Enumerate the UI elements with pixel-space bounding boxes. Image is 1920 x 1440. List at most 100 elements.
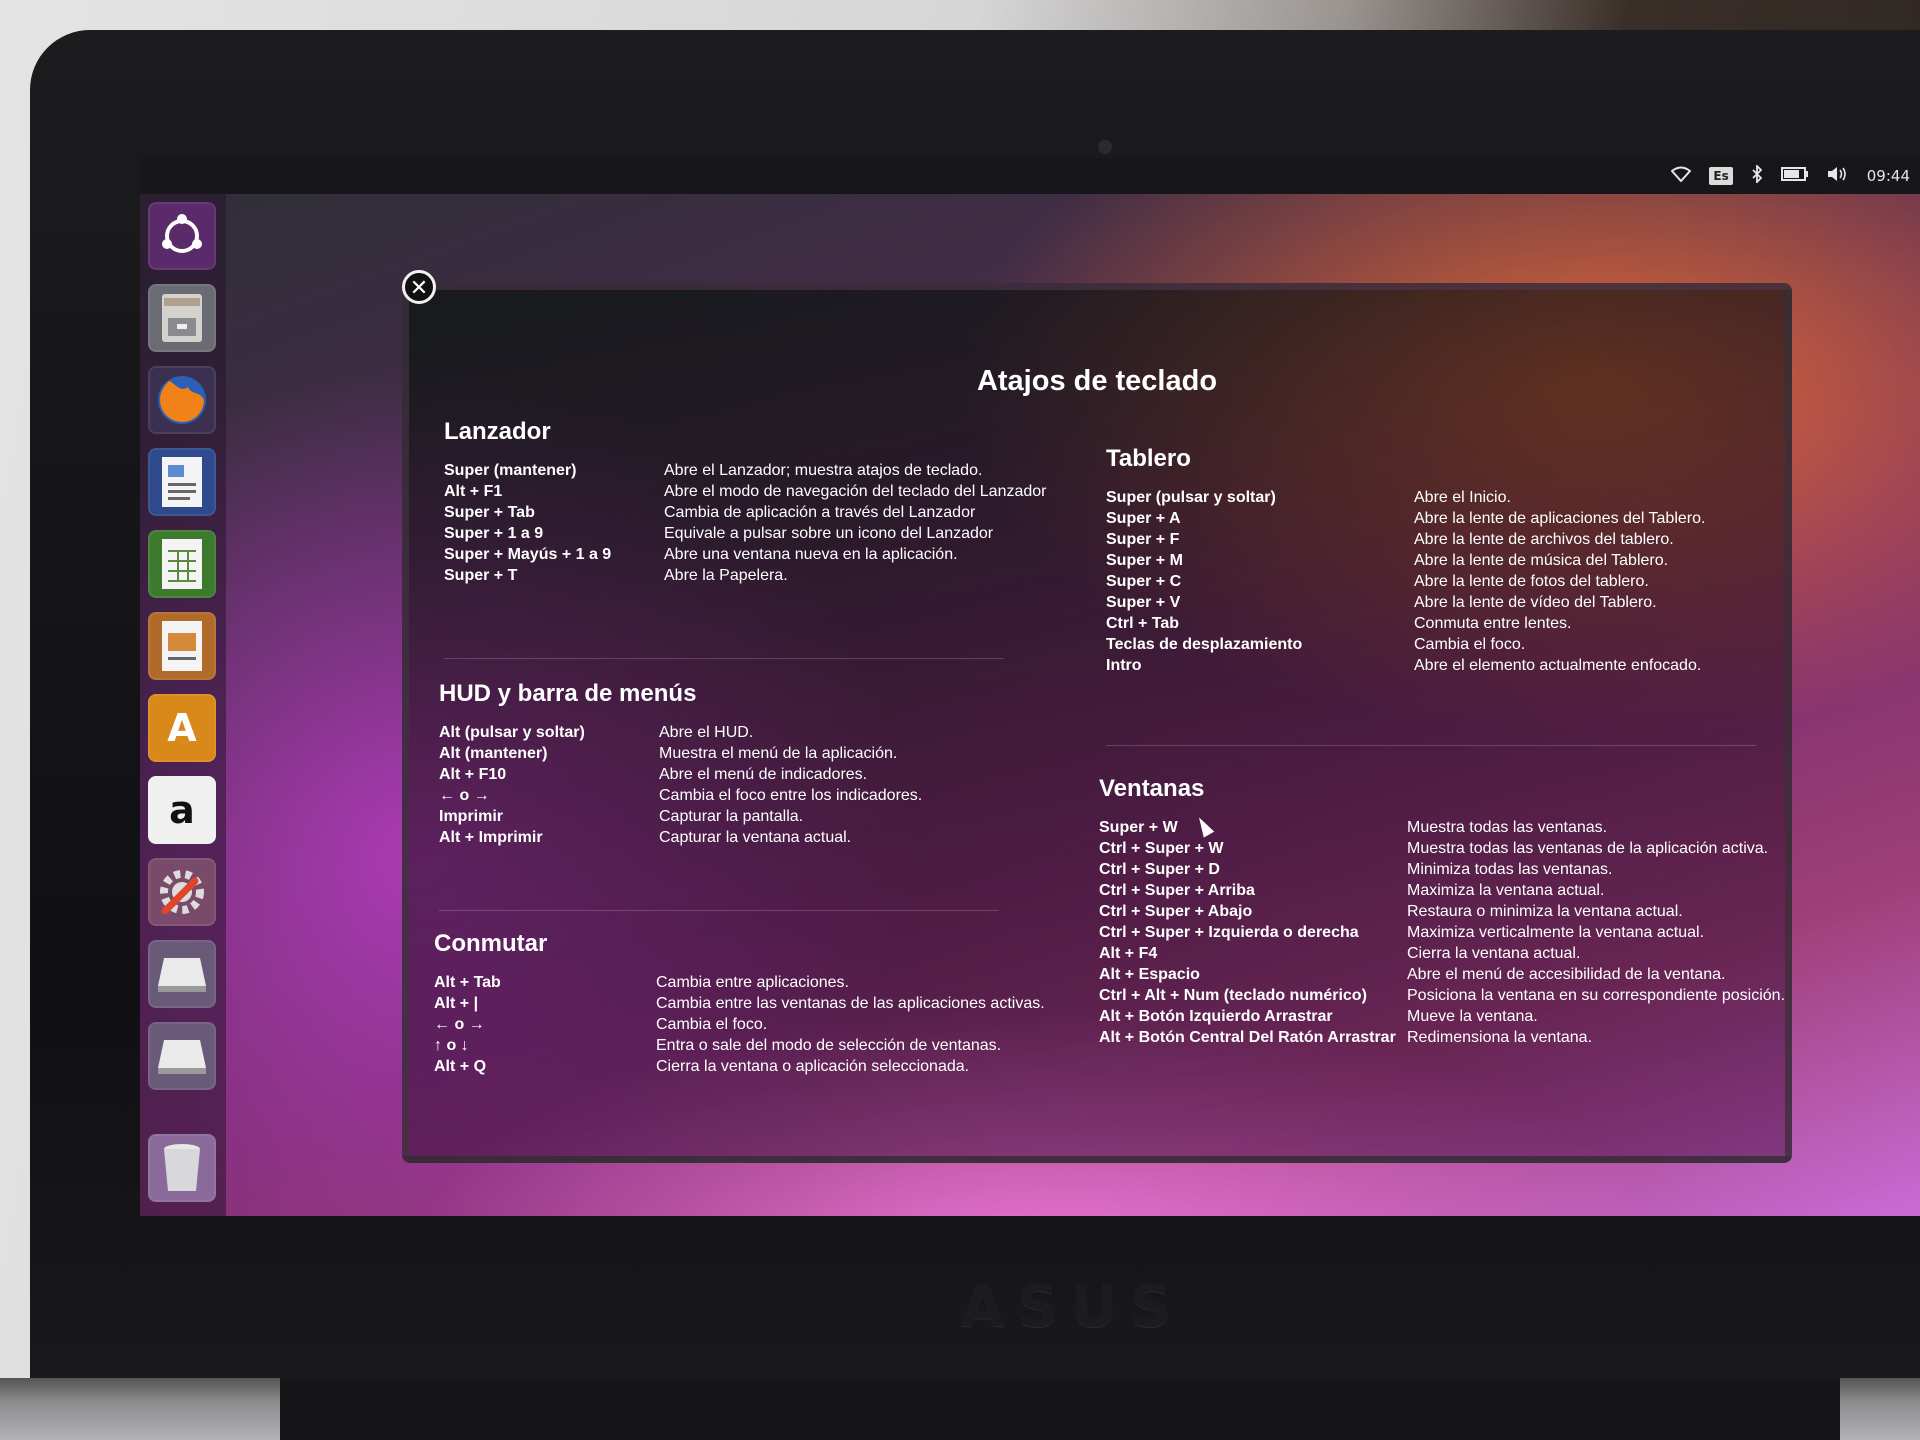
firefox-icon [158,376,206,424]
keyboard-layout-indicator[interactable]: Es [1709,167,1733,185]
drive-1-launcher-item[interactable] [148,940,216,1008]
close-icon: ✕ [409,276,429,301]
bluetooth-icon[interactable] [1751,163,1763,187]
launcher: A a [140,194,226,1216]
shortcut-key: Alt + Q [434,1057,487,1075]
file-cabinet-icon [162,294,202,342]
shortcut-row: Super + Tab Cambia de aplicación a través… [444,502,1074,523]
shortcut-description: Abre el elemento actualmente enfocado. [1414,656,1702,674]
shortcut-description: Abre el Lanzador; muestra atajos de tecl… [664,461,983,479]
shortcut-description: Abre la lente de vídeo del Tablero. [1414,593,1657,611]
shortcut-row: Super + F Abre la lente de archivos del t… [1106,529,1786,550]
shortcut-key: Alt + F4 [1099,944,1158,962]
volume-icon[interactable] [1827,166,1849,186]
shortcut-description: Abre el Inicio. [1414,488,1511,506]
shortcut-description: Mueve la ventana. [1407,1007,1538,1025]
shortcut-description: Cambia el foco. [656,1015,768,1033]
shortcut-row: Ctrl + Super + D Minimiza todas las venta… [1099,859,1789,880]
shortcut-description: Abre la Papelera. [664,566,788,584]
shortcut-description: Cambia de aplicación a través del Lanzad… [664,503,976,521]
shortcut-description: Abre la lente de fotos del tablero. [1414,572,1649,590]
shortcut-description: Abre el modo de navegación del teclado d… [664,482,1047,500]
shortcut-row: Alt + Botón Central Del Ratón Arrastrar R… [1099,1027,1789,1048]
presentation-icon [162,621,202,671]
shortcut-description: Muestra todas las ventanas de la aplicac… [1407,839,1769,857]
drive-2-launcher-item[interactable] [148,1022,216,1090]
calc-launcher-item[interactable] [148,530,216,598]
software-center-launcher-item[interactable]: A [148,694,216,762]
shortcut-description: Abre la lente de aplicaciones del Tabler… [1414,509,1706,527]
settings-launcher-item[interactable] [148,858,216,926]
shortcut-row: Alt (pulsar y soltar) Abre el HUD. [439,722,1069,743]
drive-icon [158,1040,206,1074]
shortcut-row: Alt + Espacio Abre el menú de accesibilid… [1099,964,1789,985]
section-title: Lanzador [444,418,551,445]
shortcut-row: Alt + F1 Abre el modo de navegación del t… [444,481,1074,502]
shortcut-list: Super (mantener) Abre el Lanzador; muestr… [444,460,1074,586]
shortcut-key: Alt + Botón Izquierdo Arrastrar [1099,1007,1333,1025]
writer-launcher-item[interactable] [148,448,216,516]
shortcut-row: Alt + Tab Cambia entre aplicaciones. [434,972,1064,993]
shortcut-description: Cambia entre las ventanas de las aplicac… [656,994,1045,1012]
indicator-area: Es 09:44 [1670,158,1910,194]
webcam [1098,140,1112,154]
shortcut-row: Super + M Abre la lente de música del Tab… [1106,550,1786,571]
shortcut-description: Entra o sale del modo de selección de ve… [656,1036,1002,1054]
shortcut-description: Capturar la ventana actual. [659,828,852,846]
files-launcher-item[interactable] [148,284,216,352]
trash-launcher-item[interactable] [148,1134,216,1202]
shortcut-list: Super + W Muestra todas las ventanas. Ctrl… [1099,817,1789,1048]
shortcut-key: Super + F [1106,530,1180,548]
shortcut-description: Redimensiona la ventana. [1407,1028,1593,1046]
shortcut-key: Intro [1106,656,1142,674]
battery-icon[interactable] [1780,167,1809,185]
brand-logo: ASUS [960,1272,1184,1340]
section-title: Ventanas [1099,775,1205,802]
ubuntu-logo-icon [162,214,202,253]
shortcut-description: Cierra la ventana o aplicación seleccion… [656,1057,970,1075]
close-button[interactable]: ✕ [402,270,436,304]
shortcut-row: Ctrl + Tab Conmuta entre lentes. [1106,613,1786,634]
amazon-launcher-item[interactable]: a [148,776,216,844]
shortcut-list: Super (pulsar y soltar) Abre el Inicio. Su… [1106,487,1786,676]
overlay-title: Atajos de teclado [976,365,1218,397]
shortcut-row: Ctrl + Alt + Num (teclado numérico) Posic… [1099,985,1789,1006]
shortcut-description: Maximiza verticalmente la ventana actual… [1407,923,1705,941]
section-divider [1106,745,1756,746]
shortcut-description: Abre una ventana nueva en la aplicación. [664,545,958,563]
top-panel: Es 09:44 [140,158,1920,194]
shortcut-description: Abre el HUD. [659,723,754,741]
shortcut-key: Alt + Espacio [1099,965,1200,983]
shortcut-row: Super (pulsar y soltar) Abre el Inicio. [1106,487,1786,508]
shortcut-row: Ctrl + Super + Abajo Restaura o minimiza … [1099,901,1789,922]
shortcut-key: Super + Tab [444,503,535,521]
dash-button[interactable] [148,202,216,270]
shortcut-row: Alt + Imprimir Capturar la ventana actual… [439,827,1069,848]
shortcut-key: ↑ o ↓ [434,1036,469,1054]
shortcut-description: Abre la lente de archivos del tablero. [1414,530,1674,548]
shortcut-key: Alt + F1 [444,482,503,500]
shortcut-key: Alt + | [434,994,479,1012]
wifi-icon[interactable] [1670,166,1692,186]
shortcut-row: Alt + F4 Cierra la ventana actual. [1099,943,1789,964]
shortcut-key: Imprimir [439,807,504,825]
shortcut-key: Super + W [1099,818,1178,836]
shortcut-key: Alt + Imprimir [439,828,543,846]
shortcut-key: Super + C [1106,572,1182,590]
shortcut-description: Cambia el foco entre los indicadores. [659,786,923,804]
impress-launcher-item[interactable] [148,612,216,680]
laptop-hinge [280,1378,1840,1440]
section-divider [439,910,999,911]
shortcut-key: Ctrl + Super + Abajo [1099,902,1253,920]
shortcut-key: Alt + Botón Central Del Ratón Arrastrar [1099,1028,1396,1046]
shortcut-list: Alt (pulsar y soltar) Abre el HUD. Alt (ma… [439,722,1069,848]
firefox-launcher-item[interactable] [148,366,216,434]
shortcut-key: ← o → [434,1015,485,1033]
shortcut-description: Muestra todas las ventanas. [1407,818,1608,836]
shortcut-description: Abre el menú de accesibilidad de la vent… [1407,965,1726,983]
clock[interactable]: 09:44 [1867,167,1910,185]
shortcut-key: Super (pulsar y soltar) [1106,488,1276,506]
shortcut-row: ← o → Cambia el foco entre los indicadore… [439,785,1069,806]
shortcut-description: Minimiza todas las ventanas. [1407,860,1613,878]
shortcut-key: Ctrl + Super + D [1099,860,1220,878]
